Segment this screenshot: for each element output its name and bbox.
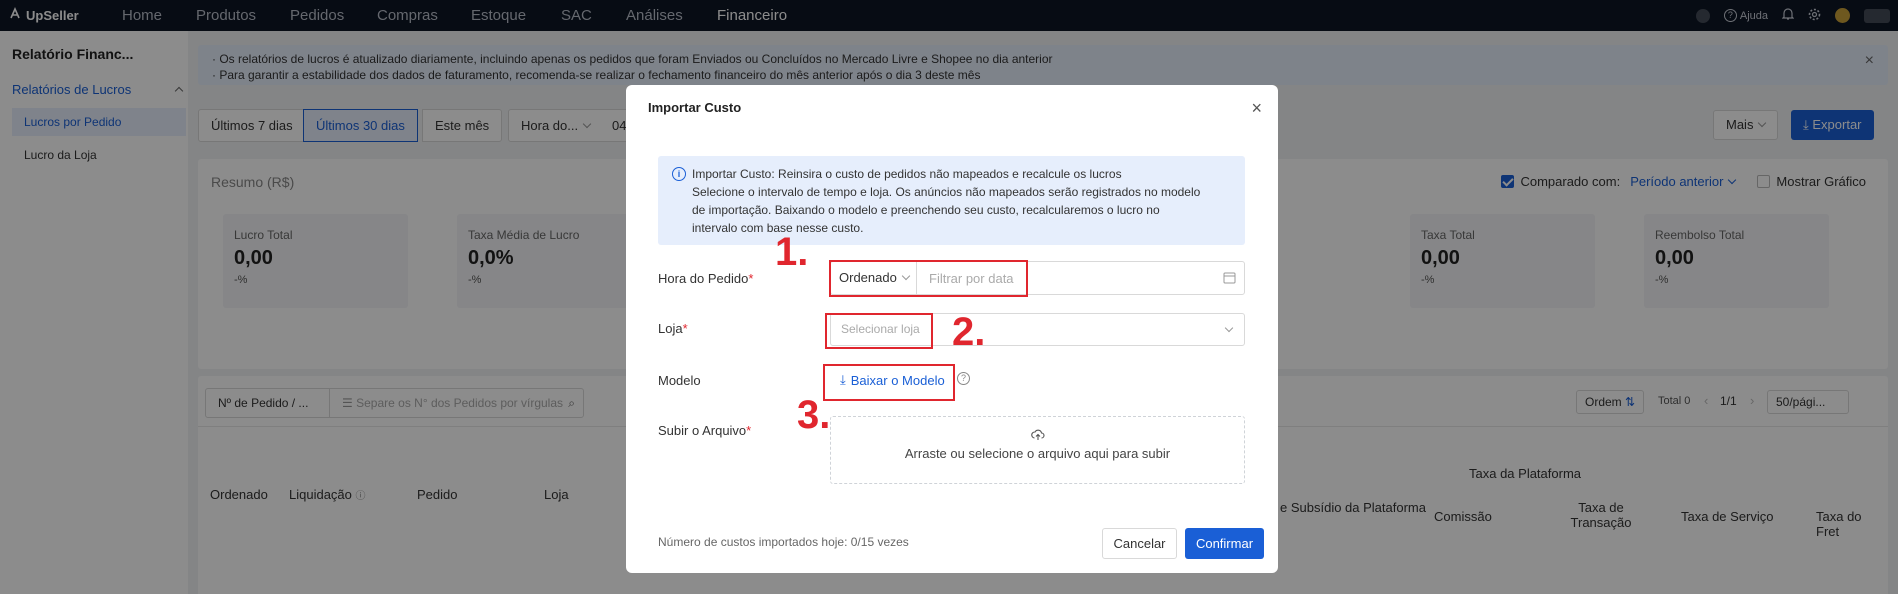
calendar-icon[interactable] — [1223, 271, 1236, 287]
confirm-button[interactable]: Confirmar — [1185, 528, 1264, 559]
info-line: Selecione o intervalo de tempo e loja. O… — [692, 185, 1201, 199]
annotation-step-3: 3. — [797, 393, 831, 437]
modal-title: Importar Custo — [648, 100, 742, 115]
chevron-down-icon — [1224, 323, 1234, 333]
annotation-box-3 — [823, 364, 955, 401]
template-label: Modelo — [658, 373, 701, 388]
question-icon[interactable]: ? — [957, 372, 970, 385]
store-label: Loja* — [658, 321, 688, 336]
order-time-label: Hora do Pedido* — [658, 271, 753, 286]
upload-icon — [831, 429, 1244, 444]
cancel-button[interactable]: Cancelar — [1102, 528, 1177, 559]
label-text: Hora do Pedido — [658, 271, 749, 286]
upload-label: Subir o Arquivo* — [658, 423, 751, 438]
annotation-step-2: 2. — [952, 310, 986, 354]
upload-dropzone[interactable]: Arraste ou selecione o arquivo aqui para… — [830, 416, 1245, 484]
info-icon: i — [672, 167, 686, 181]
modal-close-icon[interactable]: × — [1251, 98, 1262, 119]
required-mark: * — [682, 321, 688, 336]
annotation-box-1 — [829, 260, 1028, 297]
info-line: intervalo com base nesse custo. — [692, 221, 864, 235]
info-line: Importar Custo: Reinsira o custo de pedi… — [692, 167, 1122, 181]
required-mark: * — [746, 423, 752, 438]
info-line: de importação. Baixando o modelo e preen… — [692, 203, 1160, 217]
required-mark: * — [748, 271, 754, 286]
import-count-note: Número de custos importados hoje: 0/15 v… — [658, 535, 909, 549]
upload-text: Arraste ou selecione o arquivo aqui para… — [904, 446, 1171, 461]
modal-info-box: i Importar Custo: Reinsira o custo de pe… — [658, 156, 1245, 245]
annotation-box-2 — [825, 313, 933, 349]
annotation-step-1: 1. — [775, 230, 809, 274]
import-cost-modal: Importar Custo × i Importar Custo: Reins… — [626, 85, 1278, 573]
label-text: Subir o Arquivo — [658, 423, 747, 438]
label-text: Loja — [658, 321, 683, 336]
